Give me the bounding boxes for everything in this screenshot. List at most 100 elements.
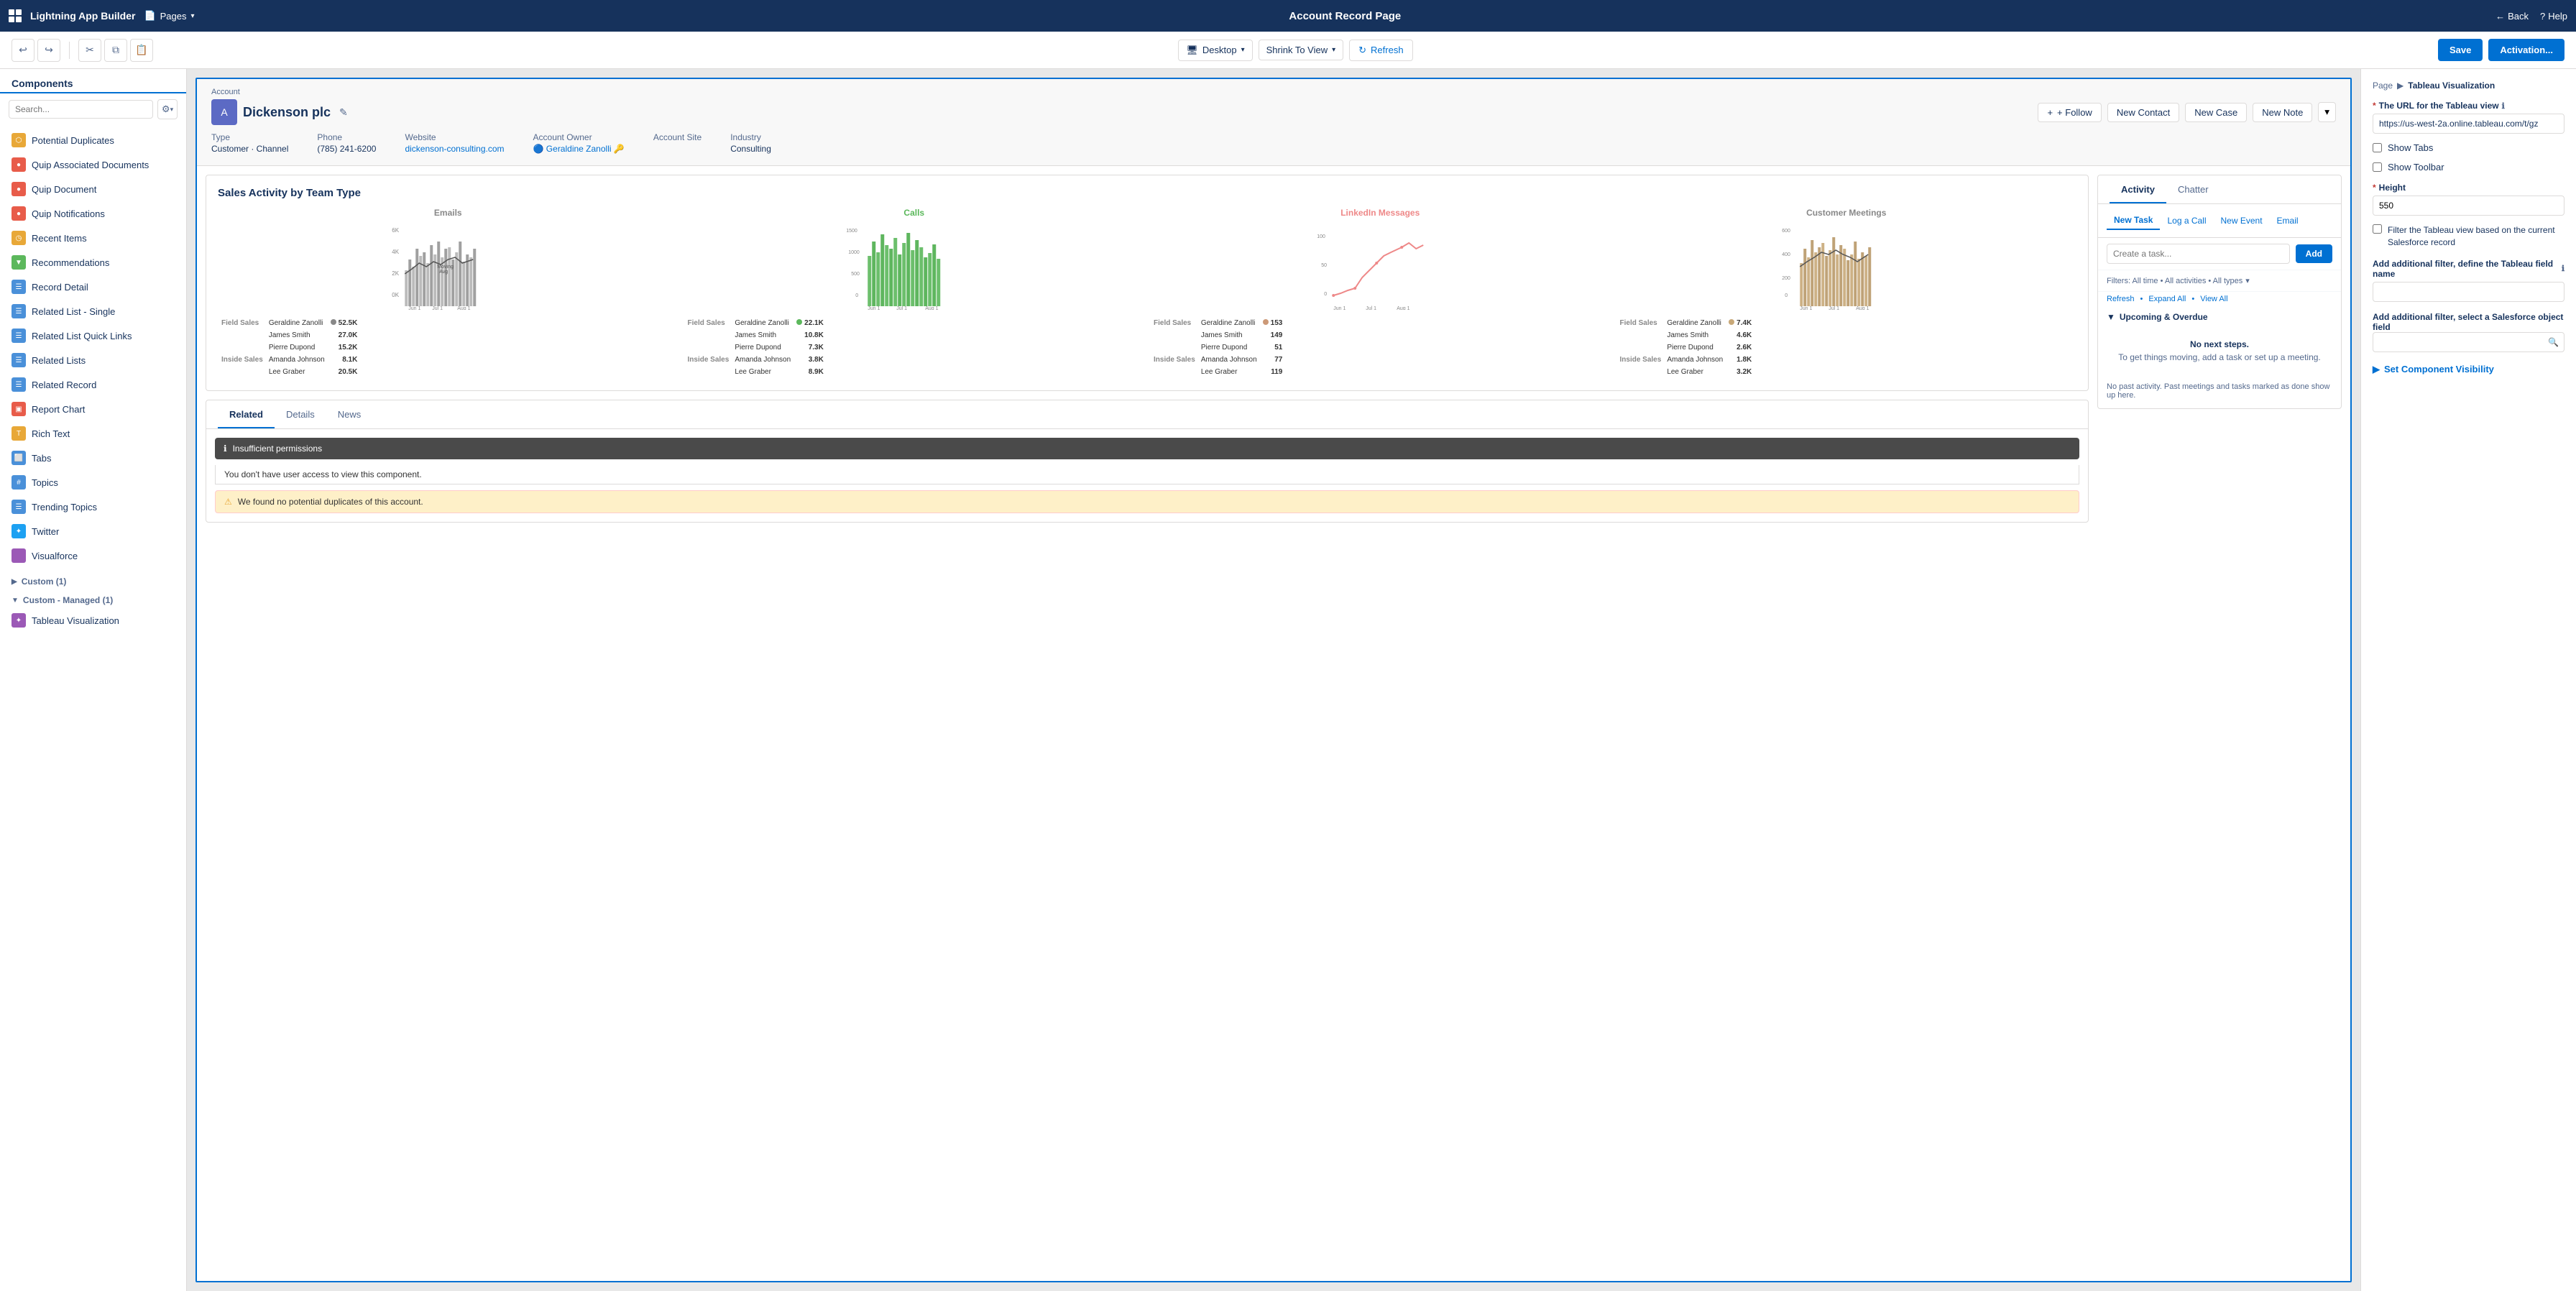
filter-salesforce-checkbox[interactable]: [2373, 224, 2382, 234]
pages-button[interactable]: 📄 Pages ▾: [144, 10, 194, 22]
cut-button[interactable]: ✂: [78, 39, 101, 62]
activity-tab-chatter[interactable]: Chatter: [2166, 175, 2220, 203]
activity-tab-activity[interactable]: Activity: [2110, 175, 2166, 203]
owner-link[interactable]: 🔵 Geraldine Zanolli: [533, 144, 612, 154]
component-list: ⬡Potential Duplicates●Quip Associated Do…: [0, 125, 186, 571]
filter-dropdown-icon[interactable]: ▾: [2245, 276, 2250, 285]
copy-button[interactable]: ⧉: [104, 39, 127, 62]
app-grid-icon[interactable]: [9, 9, 22, 22]
url-info-icon[interactable]: ℹ: [2502, 101, 2505, 111]
emails-table: Field SalesGeraldine Zanolli52.5K James …: [218, 316, 361, 379]
tab-details[interactable]: Details: [275, 400, 326, 428]
page-title: Account Record Page: [1289, 10, 1401, 22]
object-field-search-wrap: 🔍: [2373, 332, 2564, 352]
additional-filter-name-input[interactable]: [2373, 282, 2564, 302]
account-title-row: A Dickenson plc ✎ + + Follow New Contact…: [211, 99, 2336, 125]
add-task-button[interactable]: Add: [2296, 244, 2332, 263]
height-input[interactable]: [2373, 196, 2564, 216]
svg-text:Aug 1: Aug 1: [457, 306, 470, 310]
meetings-chart-svg: 600 400 200 0: [1616, 224, 2077, 310]
sidebar-item-recommendations[interactable]: ▼Recommendations: [0, 250, 186, 275]
new-task-button[interactable]: New Task: [2107, 211, 2160, 230]
additional-filter-name-label: Add additional filter, define the Tablea…: [2373, 259, 2564, 279]
no-past-activity: No past activity. Past meetings and task…: [2098, 374, 2341, 408]
quip-document-icon: ●: [12, 182, 26, 196]
sidebar-item-potential-duplicates[interactable]: ⬡Potential Duplicates: [0, 128, 186, 152]
undo-button[interactable]: ↩: [12, 39, 34, 62]
sidebar-item-tableau[interactable]: ✦ Tableau Visualization: [0, 608, 186, 633]
new-event-button[interactable]: New Event: [2214, 211, 2270, 230]
help-button[interactable]: ? Help: [2540, 11, 2567, 22]
visualforce-icon: [12, 548, 26, 563]
set-visibility-section[interactable]: ▶ Set Component Visibility: [2373, 364, 2564, 375]
related-tab-bar: Related Details News: [206, 400, 2088, 429]
svg-text:Jul 1: Jul 1: [1828, 306, 1839, 310]
calls-table: Field SalesGeraldine Zanolli22.1K James …: [684, 316, 827, 379]
meetings-chart-col: Customer Meetings 600 400 200 0: [1616, 208, 2077, 379]
chevron-down-icon: ▼: [12, 597, 19, 605]
sidebar-settings-button[interactable]: ⚙ ▾: [157, 99, 178, 119]
tableau-url-input[interactable]: [2373, 114, 2564, 134]
sidebar-item-report-chart[interactable]: ▣Report Chart: [0, 397, 186, 421]
activation-button[interactable]: Activation...: [2488, 39, 2564, 61]
sidebar-item-trending-topics[interactable]: ☰Trending Topics: [0, 495, 186, 519]
sidebar-item-record-detail[interactable]: ☰Record Detail: [0, 275, 186, 299]
account-edit-icon[interactable]: ✎: [339, 106, 348, 119]
duplicates-message: We found no potential duplicates of this…: [238, 497, 423, 507]
sidebar-item-topics[interactable]: #Topics: [0, 470, 186, 495]
sidebar-item-quip-associated[interactable]: ●Quip Associated Documents: [0, 152, 186, 177]
object-field-search-input[interactable]: [2373, 332, 2564, 352]
expand-all-link[interactable]: Expand All: [2148, 295, 2186, 303]
show-toolbar-checkbox[interactable]: [2373, 162, 2382, 172]
refresh-link[interactable]: Refresh: [2107, 295, 2135, 303]
follow-button[interactable]: + + Follow: [2038, 103, 2101, 122]
email-button[interactable]: Email: [2270, 211, 2306, 230]
sidebar-item-related-lists[interactable]: ☰Related Lists: [0, 348, 186, 372]
topics-label: Topics: [32, 477, 58, 488]
refresh-button[interactable]: ↻ Refresh: [1349, 40, 1412, 61]
view-all-link[interactable]: View All: [2200, 295, 2227, 303]
sidebar-item-related-list-quick[interactable]: ☰Related List Quick Links: [0, 323, 186, 348]
more-actions-button[interactable]: ▾: [2318, 102, 2336, 122]
tabs-icon: ⬜: [12, 451, 26, 465]
sidebar-item-recent-items[interactable]: ◷Recent Items: [0, 226, 186, 250]
custom-managed-section-header[interactable]: ▼ Custom - Managed (1): [0, 589, 186, 608]
new-note-button[interactable]: New Note: [2253, 103, 2312, 122]
redo-button[interactable]: ↪: [37, 39, 60, 62]
custom-section-header[interactable]: ▶ Custom (1): [0, 571, 186, 589]
account-meta: Type Customer · Channel Phone (785) 241-…: [211, 125, 2336, 157]
tab-related[interactable]: Related: [218, 400, 275, 428]
right-panel-breadcrumb: Page ▶ Tableau Visualization: [2373, 81, 2564, 91]
log-call-button[interactable]: Log a Call: [2160, 211, 2213, 230]
device-selector[interactable]: 🖥 Desktop ▾: [1178, 40, 1252, 61]
back-button[interactable]: ← Back: [2496, 11, 2529, 22]
website-link[interactable]: dickenson-consulting.com: [405, 144, 504, 154]
show-tabs-label: Show Tabs: [2388, 142, 2433, 153]
new-contact-button[interactable]: New Contact: [2107, 103, 2179, 122]
svg-text:6K: 6K: [392, 227, 399, 234]
additional-filter-name-info-icon[interactable]: ℹ: [2562, 264, 2564, 273]
sidebar-item-visualforce[interactable]: Visualforce: [0, 543, 186, 568]
report-chart-label: Report Chart: [32, 404, 85, 415]
related-content: ℹ Insufficient permissions You don't hav…: [206, 429, 2088, 522]
sidebar-item-related-record[interactable]: ☰Related Record: [0, 372, 186, 397]
sidebar-item-related-list-single[interactable]: ☰Related List - Single: [0, 299, 186, 323]
sidebar-item-tabs[interactable]: ⬜Tabs: [0, 446, 186, 470]
device-dropdown-icon: ▾: [1241, 46, 1245, 54]
tab-news[interactable]: News: [326, 400, 373, 428]
sidebar-item-quip-document[interactable]: ● Quip Document: [0, 177, 186, 201]
sidebar-item-rich-text[interactable]: TRich Text: [0, 421, 186, 446]
view-selector[interactable]: Shrink To View ▾: [1259, 40, 1344, 60]
linkedin-table: Field SalesGeraldine Zanolli153 James Sm…: [1150, 316, 1286, 379]
new-case-button[interactable]: New Case: [2185, 103, 2247, 122]
task-input[interactable]: [2107, 244, 2290, 264]
quip-document-label: Quip Document: [32, 184, 96, 195]
paste-button[interactable]: 📋: [130, 39, 153, 62]
quip-notifications-label: Quip Notifications: [32, 208, 105, 219]
sidebar-item-twitter[interactable]: ✦Twitter: [0, 519, 186, 543]
sidebar-item-quip-notifications[interactable]: ●Quip Notifications: [0, 201, 186, 226]
save-button[interactable]: Save: [2438, 39, 2483, 61]
right-panel: Page ▶ Tableau Visualization * The URL f…: [2360, 69, 2576, 1291]
show-tabs-checkbox[interactable]: [2373, 143, 2382, 152]
sidebar-search-input[interactable]: [9, 100, 153, 119]
